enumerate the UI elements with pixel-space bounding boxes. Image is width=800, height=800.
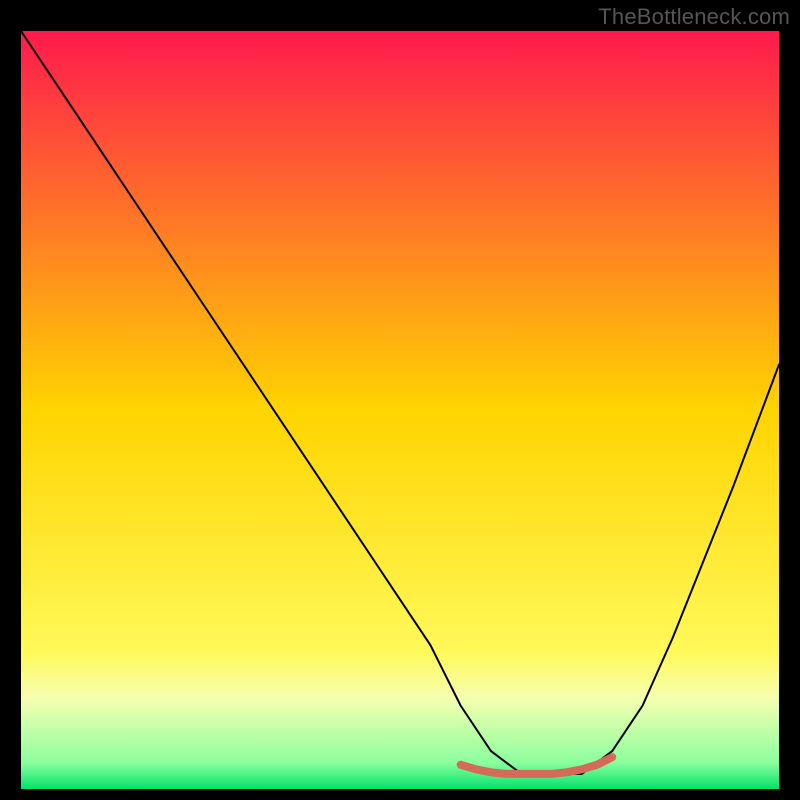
- chart-container: TheBottleneck.com: [0, 0, 800, 800]
- chart-svg: [21, 31, 779, 789]
- chart-background: [21, 31, 779, 789]
- watermark-text: TheBottleneck.com: [598, 4, 790, 30]
- plot-frame: [21, 31, 779, 789]
